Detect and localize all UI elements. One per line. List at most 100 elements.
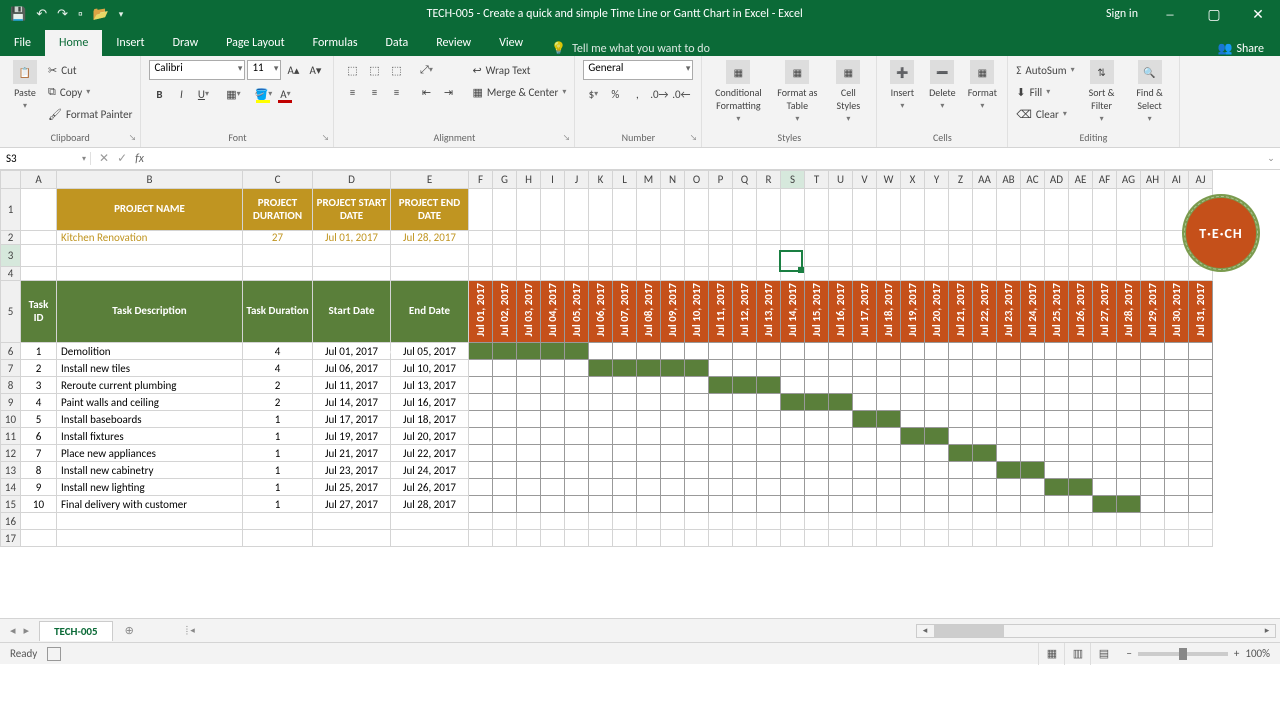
gantt-cell[interactable] <box>709 479 733 496</box>
gantt-cell[interactable] <box>613 479 637 496</box>
row-header-14[interactable]: 14 <box>1 479 21 496</box>
qat-dropdown-icon[interactable]: ▾ <box>119 9 124 20</box>
gantt-cell[interactable] <box>973 445 997 462</box>
gantt-cell[interactable] <box>565 360 589 377</box>
gantt-cell[interactable] <box>853 343 877 360</box>
col-header-AI[interactable]: AI <box>1165 171 1189 189</box>
gantt-cell[interactable] <box>829 360 853 377</box>
select-all-corner[interactable] <box>1 171 21 189</box>
sheet-nav-next[interactable]: ▸ <box>24 624 30 637</box>
row-header-8[interactable]: 8 <box>1 377 21 394</box>
paste-button[interactable]: 📋 Paste ▾ <box>8 60 42 111</box>
redo-icon[interactable]: ↷ <box>57 7 68 22</box>
task-end-5[interactable]: Jul 18, 2017 <box>391 411 469 428</box>
col-header-V[interactable]: V <box>853 171 877 189</box>
gantt-cell[interactable] <box>589 445 613 462</box>
tab-view[interactable]: View <box>485 30 537 56</box>
gantt-cell[interactable] <box>1165 411 1189 428</box>
gantt-cell[interactable] <box>877 343 901 360</box>
gantt-cell[interactable] <box>997 360 1021 377</box>
gantt-cell[interactable] <box>661 394 685 411</box>
gantt-cell[interactable] <box>469 462 493 479</box>
gantt-cell[interactable] <box>1069 360 1093 377</box>
task-id-7[interactable]: 7 <box>21 445 57 462</box>
gantt-cell[interactable] <box>901 496 925 513</box>
gantt-cell[interactable] <box>661 343 685 360</box>
gantt-cell[interactable] <box>805 428 829 445</box>
gantt-cell[interactable] <box>661 479 685 496</box>
gantt-cell[interactable] <box>1117 360 1141 377</box>
gantt-cell[interactable] <box>1021 377 1045 394</box>
col-header-K[interactable]: K <box>589 171 613 189</box>
gantt-cell[interactable] <box>805 411 829 428</box>
gantt-cell[interactable] <box>829 343 853 360</box>
task-end-8[interactable]: Jul 24, 2017 <box>391 462 469 479</box>
gantt-cell[interactable] <box>1141 411 1165 428</box>
autosum-button[interactable]: ΣAutoSum▾ <box>1016 60 1074 80</box>
row-header-2[interactable]: 2 <box>1 231 21 245</box>
gantt-cell[interactable] <box>469 496 493 513</box>
task-end-6[interactable]: Jul 20, 2017 <box>391 428 469 445</box>
gantt-cell[interactable] <box>1069 343 1093 360</box>
gantt-cell[interactable] <box>493 479 517 496</box>
gantt-cell[interactable] <box>589 394 613 411</box>
gantt-cell[interactable] <box>805 360 829 377</box>
gantt-cell[interactable] <box>877 360 901 377</box>
gantt-cell[interactable] <box>1189 428 1213 445</box>
row-header-7[interactable]: 7 <box>1 360 21 377</box>
gantt-cell[interactable] <box>829 496 853 513</box>
gantt-cell[interactable] <box>1117 445 1141 462</box>
align-right-button[interactable]: ≡ <box>386 82 406 102</box>
row-header-5[interactable]: 5 <box>1 281 21 343</box>
gantt-cell[interactable] <box>829 428 853 445</box>
name-box[interactable]: S3 <box>0 152 78 165</box>
task-desc-8[interactable]: Install new cabinetry <box>57 462 243 479</box>
gantt-cell[interactable] <box>565 394 589 411</box>
gantt-cell[interactable] <box>829 394 853 411</box>
gantt-cell[interactable] <box>757 377 781 394</box>
gantt-cell[interactable] <box>469 360 493 377</box>
gantt-cell[interactable] <box>1021 496 1045 513</box>
gantt-cell[interactable] <box>757 360 781 377</box>
task-id-3[interactable]: 3 <box>21 377 57 394</box>
col-header-J[interactable]: J <box>565 171 589 189</box>
gantt-cell[interactable] <box>1069 445 1093 462</box>
task-end-9[interactable]: Jul 26, 2017 <box>391 479 469 496</box>
gantt-cell[interactable] <box>757 479 781 496</box>
gantt-cell[interactable] <box>637 462 661 479</box>
gantt-cell[interactable] <box>613 496 637 513</box>
gantt-cell[interactable] <box>661 411 685 428</box>
task-id-8[interactable]: 8 <box>21 462 57 479</box>
row-header-6[interactable]: 6 <box>1 343 21 360</box>
gantt-cell[interactable] <box>1189 479 1213 496</box>
gantt-cell[interactable] <box>1093 411 1117 428</box>
gantt-cell[interactable] <box>877 411 901 428</box>
clipboard-launcher[interactable]: ↘ <box>126 133 138 145</box>
gantt-cell[interactable] <box>709 411 733 428</box>
formula-input[interactable] <box>150 148 1262 169</box>
gantt-cell[interactable] <box>733 462 757 479</box>
task-end-3[interactable]: Jul 13, 2017 <box>391 377 469 394</box>
gantt-cell[interactable] <box>541 394 565 411</box>
gantt-cell[interactable] <box>973 479 997 496</box>
gantt-cell[interactable] <box>781 496 805 513</box>
gantt-cell[interactable] <box>853 411 877 428</box>
gantt-cell[interactable] <box>469 343 493 360</box>
gantt-cell[interactable] <box>997 479 1021 496</box>
gantt-cell[interactable] <box>1021 479 1045 496</box>
gantt-cell[interactable] <box>1093 428 1117 445</box>
close-button[interactable]: ✕ <box>1236 0 1280 28</box>
gantt-cell[interactable] <box>733 343 757 360</box>
gantt-cell[interactable] <box>1069 394 1093 411</box>
zoom-out-button[interactable]: − <box>1126 647 1131 660</box>
task-id-10[interactable]: 10 <box>21 496 57 513</box>
page-break-view-button[interactable]: ▤ <box>1090 643 1116 665</box>
gantt-cell[interactable] <box>637 394 661 411</box>
col-header-Z[interactable]: Z <box>949 171 973 189</box>
gantt-cell[interactable] <box>517 360 541 377</box>
insert-cells-button[interactable]: ➕Insert▾ <box>885 60 919 111</box>
gantt-cell[interactable] <box>1021 445 1045 462</box>
gantt-cell[interactable] <box>949 496 973 513</box>
page-layout-view-button[interactable]: ▥ <box>1064 643 1090 665</box>
gantt-cell[interactable] <box>1021 343 1045 360</box>
